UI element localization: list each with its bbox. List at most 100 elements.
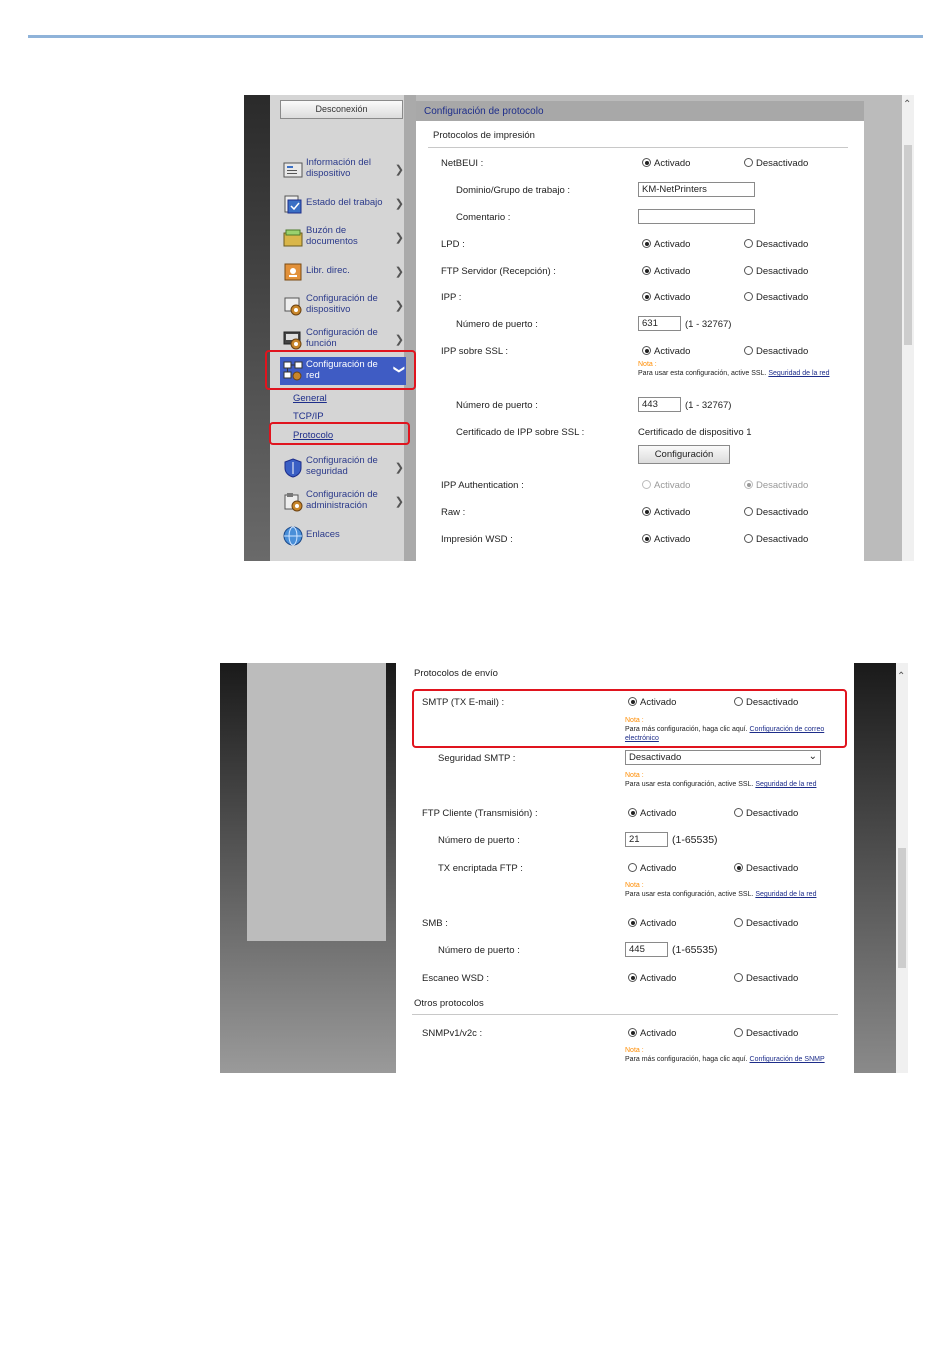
- snmp-note-label: Nota :: [625, 1047, 644, 1054]
- smb-port-input[interactable]: 445: [625, 942, 668, 957]
- protocol-panel: Configuración de protocolo Protocolos de…: [416, 95, 902, 561]
- network-security-link[interactable]: Seguridad de la red: [768, 370, 829, 377]
- netbeui-on-radio[interactable]: Activado: [642, 158, 690, 169]
- snmp-label: SNMPv1/v2c :: [422, 1028, 483, 1039]
- sidebar-item-device-info[interactable]: Información del dispositivo ❯: [280, 155, 406, 185]
- chevron-right-icon: ❯: [394, 266, 404, 278]
- ipp-ssl-note-label: Nota :: [638, 361, 657, 368]
- ipp-auth-off-radio[interactable]: Desactivado: [744, 480, 808, 491]
- sidebar-item-label: Configuración de red: [306, 359, 378, 381]
- sidebar-item-function-settings[interactable]: Configuración de función ❯: [280, 325, 406, 355]
- netbeui-off-radio[interactable]: Desactivado: [744, 158, 808, 169]
- sidebar-item-label: Configuración de dispositivo: [306, 293, 378, 315]
- ssl-port-label: Número de puerto :: [456, 400, 538, 411]
- ftp-encrypted-off-radio[interactable]: Desactivado: [734, 863, 798, 874]
- scrollbar[interactable]: ⌃: [896, 663, 908, 1073]
- cert-config-button[interactable]: Configuración: [638, 445, 730, 464]
- smtp-note: Para más configuración, haga clic aquí. …: [625, 726, 825, 742]
- chevron-right-icon: ❯: [394, 198, 404, 210]
- section-divider: [428, 147, 848, 148]
- scroll-thumb[interactable]: [904, 145, 912, 345]
- subnav-protocol[interactable]: Protocolo: [293, 430, 333, 441]
- ipp-ssl-on-radio[interactable]: Activado: [642, 346, 690, 357]
- smb-off-radio[interactable]: Desactivado: [734, 918, 798, 929]
- ftp-encrypted-on-radio[interactable]: Activado: [628, 863, 676, 874]
- subnav-tcpip[interactable]: TCP/IP: [293, 411, 324, 422]
- ssl-port-input[interactable]: 443: [638, 397, 681, 412]
- snmp-on-radio[interactable]: Activado: [628, 1028, 676, 1039]
- function-settings-icon: [283, 331, 302, 350]
- ipp-off-radio[interactable]: Desactivado: [744, 292, 808, 303]
- shield-icon: [284, 458, 302, 478]
- network-security-link[interactable]: Seguridad de la red: [755, 781, 816, 788]
- panel-title: Configuración de protocolo: [416, 101, 864, 121]
- ftp-client-on-radio[interactable]: Activado: [628, 808, 676, 819]
- ipp-ssl-off-radio[interactable]: Desactivado: [744, 346, 808, 357]
- sidebar-item-device-settings[interactable]: Configuración de dispositivo ❯: [280, 291, 406, 321]
- ipp-auth-on-radio[interactable]: Activado: [642, 480, 690, 491]
- scroll-up-icon[interactable]: ⌃: [903, 99, 911, 110]
- ipp-port-input[interactable]: 631: [638, 316, 681, 331]
- ftp-port-range: (1-65535): [672, 834, 718, 846]
- scrollbar[interactable]: ⌃: [902, 95, 914, 561]
- ftp-client-label: FTP Cliente (Transmisión) :: [422, 808, 538, 819]
- chevron-down-icon: ❯: [392, 364, 405, 375]
- ipp-ssl-note: Para usar esta configuración, active SSL…: [638, 370, 830, 377]
- snmp-settings-link[interactable]: Configuración de SNMP: [750, 1056, 825, 1063]
- section-divider: [412, 1014, 838, 1015]
- ftp-server-label: FTP Servidor (Recepción) :: [441, 266, 556, 277]
- raw-on-radio[interactable]: Activado: [642, 507, 690, 518]
- scroll-thumb[interactable]: [898, 848, 906, 968]
- logout-button[interactable]: Desconexión: [280, 100, 403, 119]
- comment-input[interactable]: [638, 209, 755, 224]
- smtp-security-select[interactable]: Desactivado ⌄: [625, 750, 821, 765]
- smtp-note-label: Nota :: [625, 717, 644, 724]
- sidebar-item-label: Enlaces: [306, 529, 340, 540]
- lpd-off-radio[interactable]: Desactivado: [744, 239, 808, 250]
- section-title-other-protocols: Otros protocolos: [414, 998, 484, 1009]
- sidebar-item-network-settings[interactable]: Configuración de red ❯: [280, 357, 406, 385]
- wsd-print-on-radio[interactable]: Activado: [642, 534, 690, 545]
- smb-on-radio[interactable]: Activado: [628, 918, 676, 929]
- ftp-port-input[interactable]: 21: [625, 832, 668, 847]
- left-background: [244, 95, 270, 561]
- chevron-down-icon: ⌄: [808, 751, 817, 762]
- sidebar-item-address-book[interactable]: Libr. direc. ❯: [280, 257, 406, 287]
- domain-input[interactable]: KM-NetPrinters: [638, 182, 755, 197]
- protocol-settings-screenshot-1: Desconexión Información del dispositivo …: [244, 95, 914, 561]
- network-security-link[interactable]: Seguridad de la red: [755, 891, 816, 898]
- sidebar-item-links[interactable]: Enlaces: [280, 521, 406, 551]
- smb-port-label: Número de puerto :: [438, 945, 520, 956]
- protocol-form: Protocolos de impresión NetBEUI : Activa…: [416, 121, 864, 561]
- ftp-server-off-radio[interactable]: Desactivado: [744, 266, 808, 277]
- scroll-up-icon[interactable]: ⌃: [897, 671, 905, 682]
- chevron-right-icon: ❯: [394, 164, 404, 176]
- ftp-client-off-radio[interactable]: Desactivado: [734, 808, 798, 819]
- smtp-label: SMTP (TX E-mail) :: [422, 697, 505, 708]
- snmp-off-radio[interactable]: Desactivado: [734, 1028, 798, 1039]
- globe-icon: [283, 526, 303, 546]
- network-settings-icon: [283, 361, 303, 381]
- ftp-encrypted-label: TX encriptada FTP :: [438, 863, 523, 874]
- sidebar-item-security-settings[interactable]: Configuración de seguridad ❯: [280, 453, 406, 483]
- chevron-right-icon: ❯: [394, 300, 404, 312]
- chevron-right-icon: ❯: [394, 462, 404, 474]
- sidebar-item-label: Información del dispositivo: [306, 157, 371, 179]
- sidebar-item-management-settings[interactable]: Configuración de administración ❯: [280, 487, 406, 517]
- ftp-encrypted-note: Para usar esta configuración, active SSL…: [625, 891, 817, 898]
- ftp-server-on-radio[interactable]: Activado: [642, 266, 690, 277]
- wsd-scan-on-radio[interactable]: Activado: [628, 973, 676, 984]
- sidebar-item-job-status[interactable]: Estado del trabajo ❯: [280, 189, 406, 219]
- smtp-off-radio[interactable]: Desactivado: [734, 697, 798, 708]
- sidebar-item-document-box[interactable]: Buzón de documentos ❯: [280, 223, 406, 253]
- ipp-on-radio[interactable]: Activado: [642, 292, 690, 303]
- lpd-on-radio[interactable]: Activado: [642, 239, 690, 250]
- cert-label: Certificado de IPP sobre SSL :: [456, 427, 585, 438]
- ipp-label: IPP :: [441, 292, 462, 303]
- raw-off-radio[interactable]: Desactivado: [744, 507, 808, 518]
- wsd-print-off-radio[interactable]: Desactivado: [744, 534, 808, 545]
- sidebar-item-label: Configuración de función: [306, 327, 378, 349]
- wsd-scan-off-radio[interactable]: Desactivado: [734, 973, 798, 984]
- subnav-general[interactable]: General: [293, 393, 327, 404]
- smtp-on-radio[interactable]: Activado: [628, 697, 676, 708]
